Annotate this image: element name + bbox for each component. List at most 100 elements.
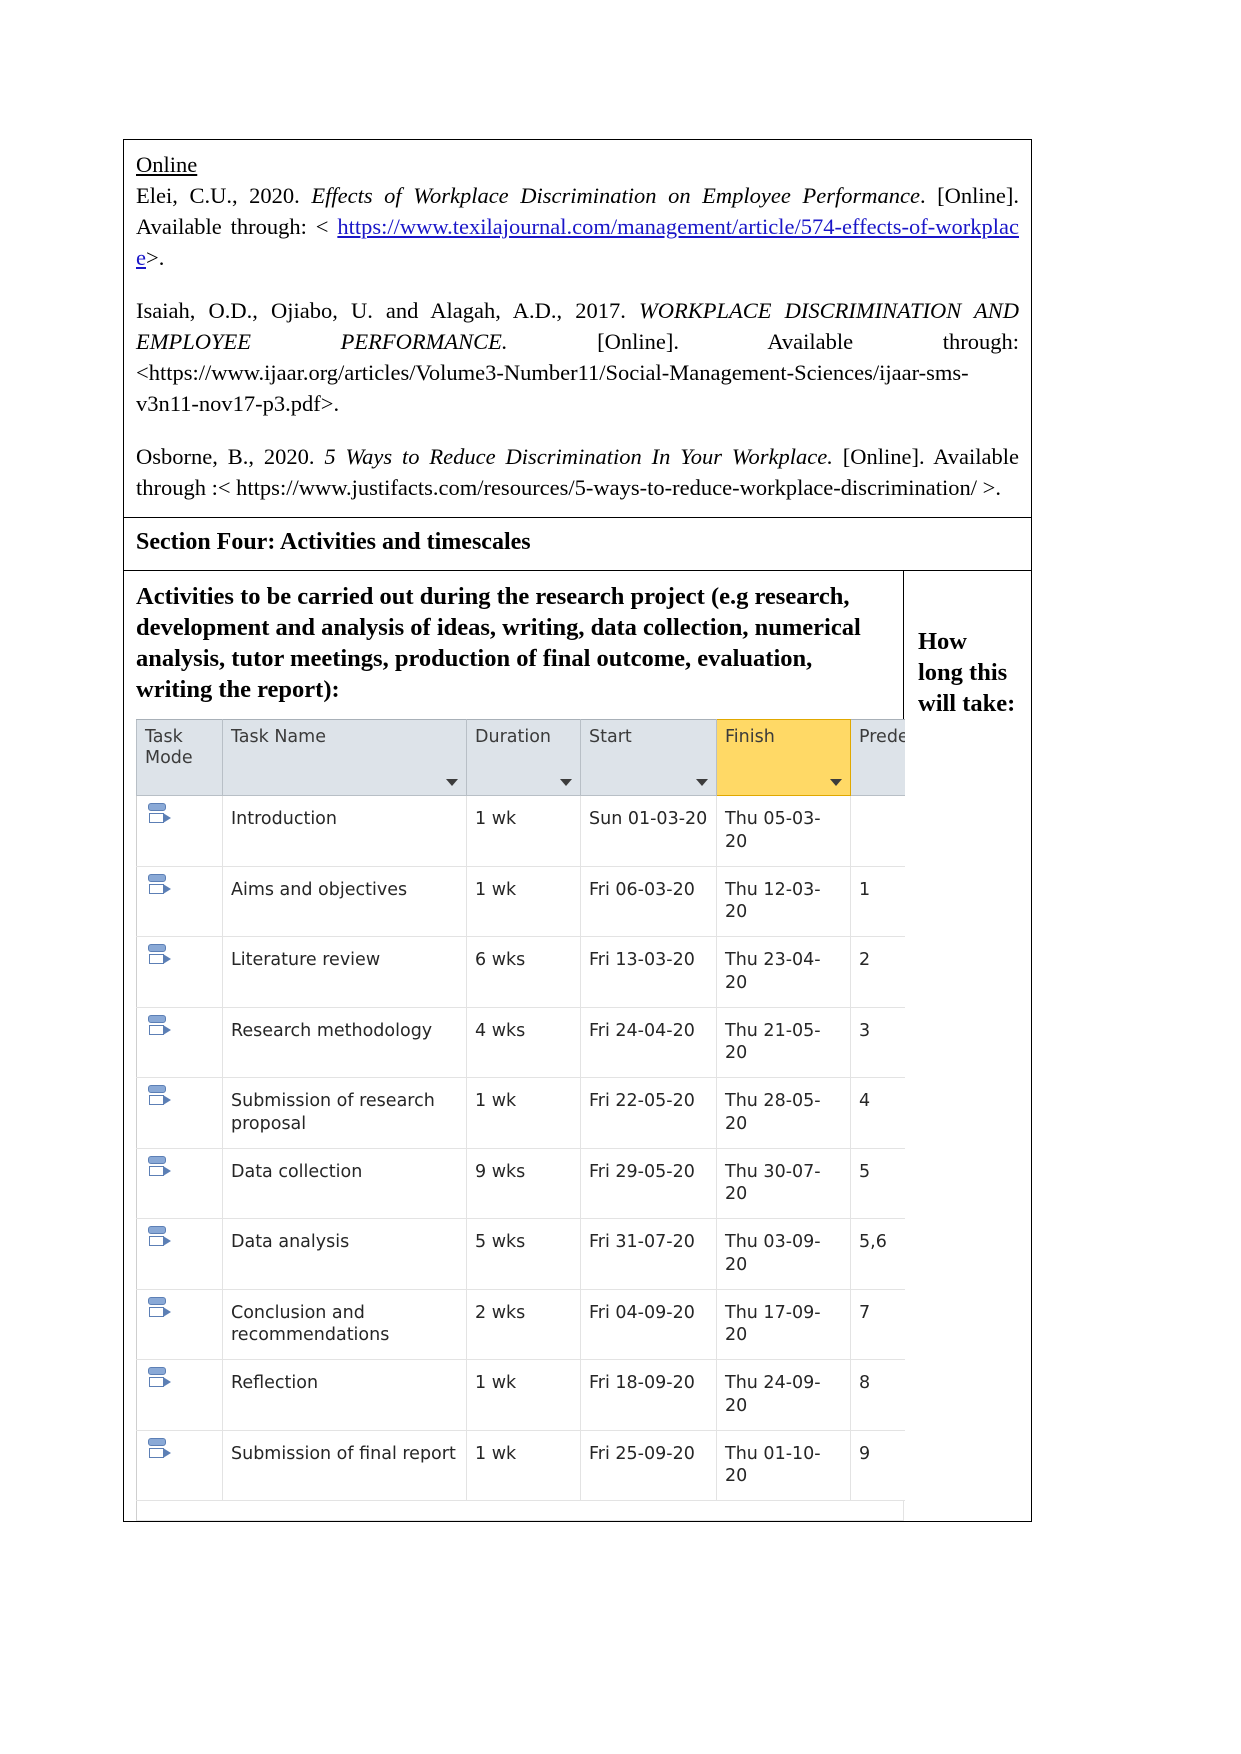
table-row[interactable]: Aims and objectives 1 wk Fri 06-03-20 Thu 1… (136, 865, 905, 938)
start-date-cell[interactable]: Fri 06-03-20 (580, 865, 717, 938)
predecessors-cell[interactable]: 7 (850, 1288, 905, 1361)
references-subheading: Online (136, 149, 1019, 180)
table-row[interactable]: Conclusion and recommendations 2 wks Fri 0… (136, 1288, 905, 1361)
task-name-cell[interactable]: Data collection (222, 1147, 467, 1220)
chevron-down-icon[interactable] (696, 779, 708, 787)
column-header-start[interactable]: Start (580, 719, 717, 797)
table-row[interactable]: Data collection 9 wks Fri 29-05-20 Thu 30-0… (136, 1147, 905, 1220)
gantt-task-rows: Introduction 1 wk Sun 01-03-20 Thu 05-03-20… (136, 795, 905, 1502)
finish-date-cell[interactable]: Thu 17-09-20 (716, 1288, 851, 1361)
gantt-task-table: Task Mode Task Name Duration Start Finis… (136, 719, 905, 1502)
start-date-cell[interactable]: Fri 13-03-20 (580, 936, 717, 1008)
task-mode-cell[interactable] (136, 1006, 223, 1079)
duration-cell[interactable]: 4 wks (466, 1006, 581, 1079)
task-mode-cell[interactable] (136, 795, 223, 867)
table-row[interactable]: Reflection 1 wk Fri 18-09-20 Thu 24-09-20 8 (136, 1359, 905, 1431)
table-row[interactable]: Literature review 6 wks Fri 13-03-20 Thu 23… (136, 936, 905, 1008)
task-name-cell[interactable]: Submission of research proposal (222, 1077, 467, 1149)
duration-cell[interactable]: 9 wks (466, 1147, 581, 1220)
task-name-cell[interactable]: Aims and objectives (222, 865, 467, 938)
predecessors-cell[interactable]: 3 (850, 1006, 905, 1079)
task-name-cell[interactable]: Data analysis (222, 1218, 467, 1290)
task-mode-cell[interactable] (136, 865, 223, 938)
manually-scheduled-task-icon (147, 944, 171, 966)
finish-date-cell[interactable]: Thu 28-05-20 (716, 1077, 851, 1149)
task-name-cell[interactable]: Submission of final report (222, 1429, 467, 1502)
manually-scheduled-task-icon (147, 1155, 171, 1178)
start-date-cell[interactable]: Fri 04-09-20 (580, 1288, 717, 1361)
reference-title: Effects of Workplace Discrimination on E… (311, 183, 920, 209)
predecessors-cell[interactable]: 1 (850, 865, 905, 938)
duration-cell[interactable]: 6 wks (466, 936, 581, 1008)
predecessors-cell[interactable]: 2 (850, 936, 905, 1008)
finish-date-cell[interactable]: Thu 05-03-20 (716, 795, 851, 867)
chevron-down-icon[interactable] (446, 779, 458, 787)
predecessors-cell[interactable]: 8 (850, 1359, 905, 1431)
duration-cell[interactable]: 5 wks (466, 1218, 581, 1290)
finish-date-cell[interactable]: Thu 21-05-20 (716, 1006, 851, 1079)
table-row[interactable]: Submission of research proposal 1 wk Fri 2… (136, 1077, 905, 1149)
start-date-cell[interactable]: Fri 25-09-20 (580, 1429, 717, 1502)
duration-cell[interactable]: 2 wks (466, 1288, 581, 1361)
task-name-cell[interactable]: Conclusion and recommendations (222, 1288, 467, 1361)
start-date-cell[interactable]: Fri 29-05-20 (580, 1147, 717, 1220)
task-mode-cell[interactable] (136, 1077, 223, 1149)
table-row[interactable]: Research methodology 4 wks Fri 24-04-20 Thu… (136, 1006, 905, 1079)
document-page: Online Elei, C.U., 2020. Effects of Work… (0, 0, 1241, 1754)
start-date-cell[interactable]: Sun 01-03-20 (580, 795, 717, 867)
finish-date-cell[interactable]: Thu 01-10-20 (716, 1429, 851, 1502)
predecessors-cell[interactable]: 4 (850, 1077, 905, 1149)
activities-heading: Activities to be carried out during the … (136, 582, 861, 703)
start-date-cell[interactable]: Fri 18-09-20 (580, 1359, 717, 1431)
column-header-task-name[interactable]: Task Name (222, 719, 467, 797)
predecessors-cell[interactable]: 5,6 (850, 1218, 905, 1290)
duration-cell[interactable]: 1 wk (466, 1077, 581, 1149)
task-mode-cell[interactable] (136, 1429, 223, 1502)
duration-cell[interactable]: 1 wk (466, 865, 581, 938)
reference-entry: Elei, C.U., 2020. Effects of Workplace D… (136, 180, 1019, 273)
column-header-finish[interactable]: Finish (716, 719, 851, 797)
start-date-cell[interactable]: Fri 22-05-20 (580, 1077, 717, 1149)
task-mode-cell[interactable] (136, 1288, 223, 1361)
start-date-cell[interactable]: Fri 24-04-20 (580, 1006, 717, 1079)
task-mode-cell[interactable] (136, 1218, 223, 1290)
finish-date-cell[interactable]: Thu 30-07-20 (716, 1147, 851, 1220)
duration-cell[interactable]: 1 wk (466, 1359, 581, 1431)
task-mode-cell[interactable] (136, 936, 223, 1008)
finish-date-cell[interactable]: Thu 03-09-20 (716, 1218, 851, 1290)
predecessors-cell[interactable] (850, 795, 905, 867)
task-name-cell[interactable]: Reflection (222, 1359, 467, 1431)
manually-scheduled-task-icon (147, 873, 171, 896)
start-date-cell[interactable]: Fri 31-07-20 (580, 1218, 717, 1290)
column-header-duration[interactable]: Duration (466, 719, 581, 797)
task-name-cell[interactable]: Literature review (222, 936, 467, 1008)
column-header-predecessors[interactable]: Predec (850, 719, 905, 797)
finish-date-cell[interactable]: Thu 12-03-20 (716, 865, 851, 938)
section-four-heading-cell: Section Four: Activities and timescales (124, 518, 1031, 571)
references-cell: Online Elei, C.U., 2020. Effects of Work… (124, 140, 1031, 519)
how-long-cell: How long this will take: (904, 571, 1031, 1521)
task-name-cell[interactable]: Introduction (222, 795, 467, 867)
reference-entry: Isaiah, O.D., Ojiabo, U. and Alagah, A.D… (136, 295, 1019, 419)
predecessors-cell[interactable]: 9 (850, 1429, 905, 1502)
table-row[interactable]: Introduction 1 wk Sun 01-03-20 Thu 05-03-20 (136, 795, 905, 867)
activities-row: Activities to be carried out during the … (124, 570, 1031, 1522)
chevron-down-icon[interactable] (830, 779, 842, 787)
task-mode-cell[interactable] (136, 1147, 223, 1220)
task-mode-cell[interactable] (136, 1359, 223, 1431)
manually-scheduled-task-icon (147, 1226, 171, 1248)
task-name-cell[interactable]: Research methodology (222, 1006, 467, 1079)
duration-cell[interactable]: 1 wk (466, 795, 581, 867)
table-row[interactable]: Data analysis 5 wks Fri 31-07-20 Thu 03-09-… (136, 1218, 905, 1290)
finish-date-cell[interactable]: Thu 23-04-20 (716, 936, 851, 1008)
proposal-outer-table: Online Elei, C.U., 2020. Effects of Work… (123, 139, 1032, 1523)
gantt-header-row: Task Mode Task Name Duration Start Finis… (136, 719, 905, 797)
duration-cell[interactable]: 1 wk (466, 1429, 581, 1502)
finish-date-cell[interactable]: Thu 24-09-20 (716, 1359, 851, 1431)
reference-text: Osborne, B., 2020. (136, 444, 325, 470)
table-row[interactable]: Submission of final report 1 wk Fri 25-09-… (136, 1429, 905, 1502)
column-header-task-mode[interactable]: Task Mode (136, 719, 223, 797)
chevron-down-icon[interactable] (560, 779, 572, 787)
predecessors-cell[interactable]: 5 (850, 1147, 905, 1220)
activities-cell: Activities to be carried out during the … (124, 570, 905, 1522)
